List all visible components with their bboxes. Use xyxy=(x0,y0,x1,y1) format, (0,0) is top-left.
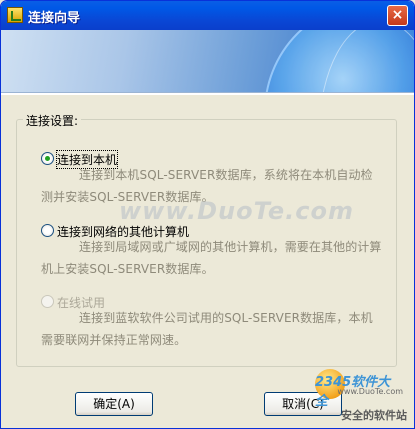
desc-line: 连接到局域网或广域网的其他计算机，需要在其他的计算 xyxy=(79,240,382,254)
header-banner xyxy=(1,30,414,92)
option-network-description: 连接到局域网或广域网的其他计算机，需要在其他的计算 机上安装SQL-SERVER… xyxy=(41,236,389,280)
close-button[interactable]: × xyxy=(387,5,408,26)
option-online-trial-description: 连接到蓝软软件公司试用的SQL-SERVER数据库，本机 需要联网并保持正常网速… xyxy=(41,307,389,351)
banner-divider xyxy=(1,92,414,95)
desc-line: 连接到本机SQL-SERVER数据库，系统将在本机自动检 xyxy=(79,168,373,182)
window-title: 连接向导 xyxy=(28,11,81,26)
corner-url: www.DuoTe.com xyxy=(337,387,403,396)
site-watermark: www.DuoTe.com xyxy=(119,197,354,225)
desc-line: 需要联网并保持正常网速。 xyxy=(41,333,187,347)
desc-line: 连接到蓝软软件公司试用的SQL-SERVER数据库，本机 xyxy=(79,311,373,325)
connection-wizard-dialog: 连接向导 × 连接设置: 连接到本机 连接到本机SQL-SERVER数据库，系统… xyxy=(0,0,415,429)
corner-slogan: 安全的软件站 xyxy=(341,409,407,422)
corner-site-logo: 2345软件大全 www.DuoTe.com 安全的软件站 xyxy=(315,365,411,425)
title-bar[interactable]: 连接向导 × xyxy=(1,1,414,30)
connection-settings-group: 连接设置: 连接到本机 连接到本机SQL-SERVER数据库，系统将在本机自动检… xyxy=(16,112,397,367)
group-legend: 连接设置: xyxy=(23,112,82,129)
desc-line: 机上安装SQL-SERVER数据库。 xyxy=(41,262,214,276)
ok-button[interactable]: 确定(A) xyxy=(75,392,153,416)
app-icon xyxy=(7,7,23,23)
